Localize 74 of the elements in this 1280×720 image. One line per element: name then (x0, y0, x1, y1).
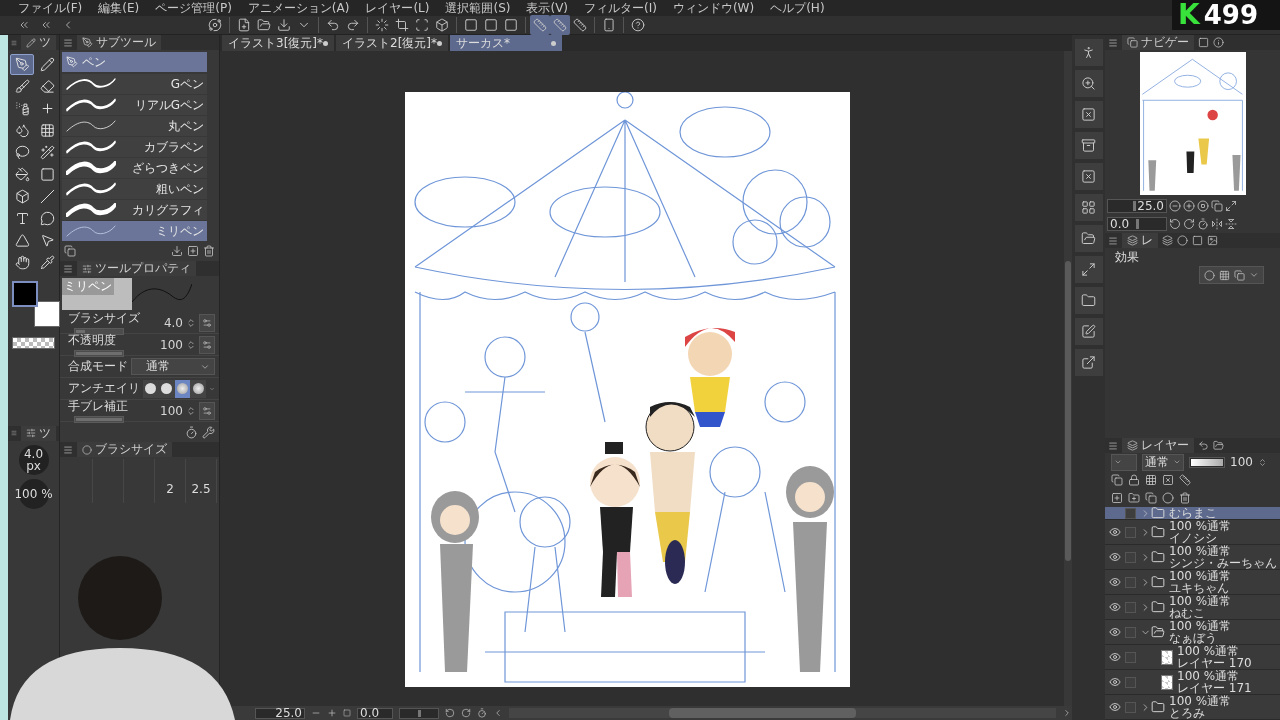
property-label: 手ブレ補正 (68, 398, 129, 415)
counter-value: 499 (1203, 2, 1258, 28)
subtool-item[interactable]: リアルGペン (62, 95, 207, 115)
layer-blend-mode: 100 %通常 (1169, 595, 1232, 607)
property-value: 100 (160, 337, 183, 352)
document-tab[interactable]: サーカス* (450, 35, 562, 51)
layer-blend-mode: 100 %通常 (1169, 545, 1233, 557)
layer-row[interactable]: 100 %通常 レイヤー 171 (1105, 670, 1280, 695)
opacity-value: 100 (1230, 456, 1253, 468)
layer-blend-mode: 100 %通常 (1169, 620, 1232, 632)
layer-blend-mode: 100 %通常 (1169, 570, 1232, 582)
layer-name: とろみ (1169, 707, 1206, 719)
layer-row[interactable]: 100 %通常 レイヤー 170 (1105, 645, 1280, 670)
menu-item[interactable]: ページ管理(P) (155, 1, 232, 15)
property-value: 4.0 (163, 315, 183, 330)
layer-name: シンジ・みーちゃん (1169, 557, 1277, 569)
subtool-group-button[interactable]: ペン (62, 52, 207, 72)
property-value: 100 (160, 403, 183, 418)
document-tab[interactable]: イラスト3[復元]* (222, 35, 334, 51)
rotation-field[interactable]: 0.0 (357, 707, 393, 719)
layer-name: むらまこ (1169, 507, 1217, 519)
layer-blend-select[interactable]: 通常 (1142, 453, 1184, 471)
section-label: 効果 (1115, 251, 1139, 263)
layer-row[interactable]: むらまこ (1105, 507, 1280, 520)
subtool-item[interactable]: 丸ペン (62, 116, 207, 136)
rotation-slider[interactable]: 0.0 (1107, 217, 1167, 231)
layer-blend-mode: 100 %通常 (1169, 695, 1232, 707)
menu-item[interactable]: フィルター(I) (584, 1, 657, 15)
brush-size-unit: px (26, 459, 41, 472)
property-label: 合成モード (68, 358, 128, 375)
zoom-value: 25.0 (1137, 200, 1164, 212)
layer-row[interactable]: 100 %通常 とろみ (1105, 695, 1280, 720)
menu-item[interactable]: 表示(V) (526, 1, 569, 15)
menu-item[interactable]: レイヤー(L) (365, 1, 430, 15)
layer-name: レイヤー 171 (1177, 682, 1252, 694)
brush-size-preset[interactable]: 2 (166, 483, 174, 495)
subtool-item[interactable]: 粗いペン (62, 179, 207, 199)
menu-item[interactable]: 編集(E) (98, 1, 140, 15)
menu-item[interactable]: ファイル(F) (18, 1, 83, 15)
layer-name: イノシシ (1169, 532, 1218, 544)
menu-item[interactable]: アニメーション(A) (247, 1, 350, 15)
property-label: 不透明度 (68, 332, 117, 349)
layer-blend-mode: 100 %通常 (1169, 520, 1232, 532)
brush-size-indicator[interactable]: 4.0 px (18, 444, 49, 475)
subtool-item[interactable]: ざらつきペン (62, 158, 207, 178)
layer-name: ユキちゃん (1169, 582, 1229, 594)
layer-name: ねむこ (1169, 607, 1206, 619)
layer-row[interactable]: 100 %通常 ユキちゃん (1105, 570, 1280, 595)
menu-item[interactable]: 選択範囲(S) (445, 1, 511, 15)
subtool-item[interactable]: Gペン (62, 74, 207, 94)
preset-name: ミリペン (62, 278, 114, 295)
zoom-slider[interactable]: 25.0 (1107, 199, 1167, 213)
brush-size-value: 4.0 (23, 447, 44, 460)
layer-row[interactable]: 100 %通常 なぁぼう (1105, 620, 1280, 645)
subtool-item[interactable]: カリグラフィ (62, 200, 207, 220)
subtool-item[interactable]: カブラペン (62, 137, 207, 157)
menu-item[interactable]: ウィンドウ(W) (672, 1, 755, 15)
subtool-item[interactable]: ミリペン (62, 221, 207, 241)
brush-size-preset[interactable]: 2.5 (191, 483, 211, 495)
layer-blend-mode: 100 %通常 (1177, 670, 1241, 682)
layer-row[interactable]: 100 %通常 シンジ・みーちゃん (1105, 545, 1280, 570)
property-label: ブラシサイズ (68, 310, 141, 327)
layer-name: なぁぼう (1169, 632, 1217, 644)
layer-name: レイヤー 170 (1177, 657, 1252, 669)
layer-blend-mode: 100 %通常 (1177, 645, 1241, 657)
blend-mode-select[interactable]: 通常 (131, 358, 215, 375)
zoom-field[interactable]: 25.0 (255, 707, 305, 719)
document-tab[interactable]: イラスト2[復元]* (336, 35, 448, 51)
layer-row[interactable]: 100 %通常 ねむこ (1105, 595, 1280, 620)
rotation-value: 0.0 (1110, 218, 1130, 230)
menu-item[interactable]: ヘルプ(H) (770, 1, 825, 15)
layer-row[interactable]: 100 %通常 イノシシ (1105, 520, 1280, 545)
property-label: アンチエイリ (68, 380, 140, 397)
counter-letter: K (1178, 1, 1200, 29)
